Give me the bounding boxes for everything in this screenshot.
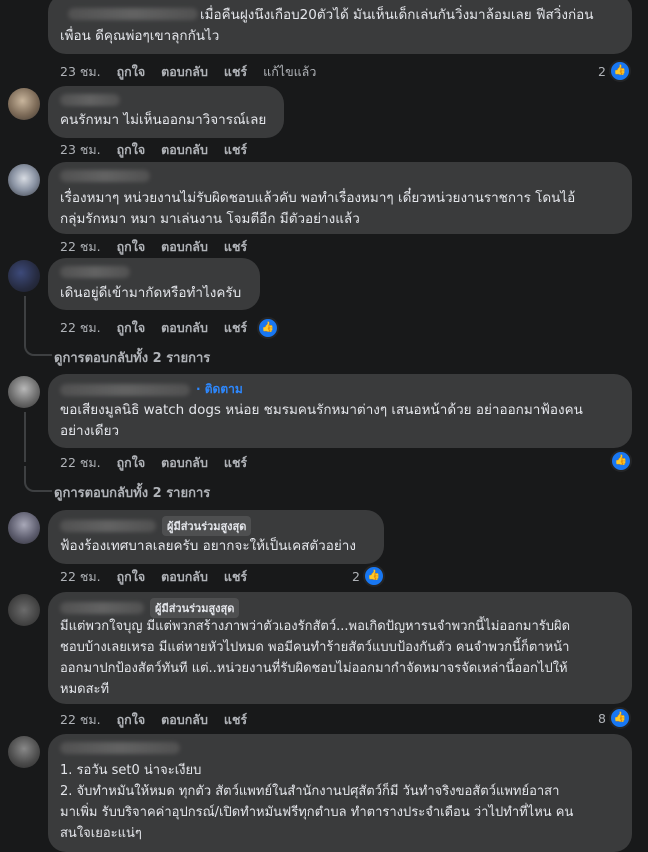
comment-text: เมื่อคืนฝูงนึงเกือบ20ตัวได้ มันเห็นเด็กเ… — [60, 7, 594, 44]
comment-time[interactable]: 22 ชม. — [60, 567, 101, 587]
avatar[interactable] — [8, 164, 40, 196]
reaction-count[interactable]: 👍 — [610, 450, 632, 472]
reaction-count[interactable]: 2 👍 — [352, 565, 385, 587]
share-button[interactable]: แชร์ — [224, 567, 247, 587]
replies-connector — [24, 330, 52, 356]
share-button[interactable]: แชร์ — [224, 710, 247, 730]
comment-text: มีแต่พวกใจบุญ มีแต่พวกสร้างภาพว่าตัวเองร… — [60, 619, 571, 697]
share-button[interactable]: แชร์ — [224, 318, 247, 338]
comment-actions: 22 ชม. ถูกใจ ตอบกลับ แชร์ — [60, 710, 263, 730]
avatar[interactable] — [8, 594, 40, 626]
comment-time[interactable]: 23 ชม. — [60, 62, 101, 82]
like-button[interactable]: ถูกใจ — [117, 453, 146, 473]
comment-actions: 22 ชม. ถูกใจ ตอบกลับ แชร์ 👍 — [60, 317, 295, 339]
comment-time[interactable]: 23 ชม. — [60, 140, 101, 160]
like-button[interactable]: ถูกใจ — [117, 318, 146, 338]
comment-bubble: เรื่องหมาๆ หน่วยงานไม่รับผิดชอบแล้วคับ พ… — [48, 162, 632, 234]
comment-time[interactable]: 22 ชม. — [60, 453, 101, 473]
commenter-header: ผู้มีส่วนร่วมสูงสุด — [60, 598, 240, 618]
edited-label: แก้ไขแล้ว — [263, 64, 317, 79]
commenter-name-blurred[interactable] — [60, 602, 144, 614]
like-button[interactable]: ถูกใจ — [117, 237, 146, 257]
avatar[interactable] — [8, 512, 40, 544]
avatar[interactable] — [8, 260, 40, 292]
commenter-name-blurred[interactable] — [60, 383, 190, 396]
share-button[interactable]: แชร์ — [224, 237, 247, 257]
like-reaction-icon: 👍 — [608, 707, 631, 729]
like-button[interactable]: ถูกใจ — [117, 567, 146, 587]
comment-text: 1. รอวัน set0 น่าจะเงียบ 2. จับทำหมันให้… — [60, 763, 574, 841]
share-button[interactable]: แชร์ — [224, 62, 247, 82]
top-fan-badge: ผู้มีส่วนร่วมสูงสุด — [162, 516, 252, 536]
comment-time[interactable]: 22 ชม. — [60, 318, 101, 338]
comment-text: ฟ้องร้องเทศบาลเลยครับ อยากจะให้เป็นเคสตั… — [60, 538, 356, 554]
comment-actions: 22 ชม. ถูกใจ ตอบกลับ แชร์ — [60, 453, 263, 473]
share-button[interactable]: แชร์ — [224, 140, 247, 160]
comment-bubble: · ติดตาม ขอเสียงมูลนิธิ watch dogs หน่อย… — [48, 374, 632, 448]
like-button[interactable]: ถูกใจ — [117, 140, 146, 160]
comment-actions: 23 ชม. ถูกใจ ตอบกลับ แชร์ — [60, 140, 263, 160]
avatar[interactable] — [8, 88, 40, 120]
share-button[interactable]: แชร์ — [224, 453, 247, 473]
like-reaction-icon: 👍 — [362, 565, 385, 587]
like-button[interactable]: ถูกใจ — [117, 710, 146, 730]
reply-button[interactable]: ตอบกลับ — [161, 62, 208, 82]
like-reaction-icon: 👍 — [610, 450, 632, 472]
comment-actions: 22 ชม. ถูกใจ ตอบกลับ แชร์ — [60, 237, 263, 257]
comment-actions: 23 ชม. ถูกใจ ตอบกลับ แชร์ แก้ไขแล้ว — [60, 62, 332, 82]
view-replies-link[interactable]: ดูการตอบกลับทั้ง 2 รายการ — [54, 482, 210, 503]
comment-text: ขอเสียงมูลนิธิ watch dogs หน่อย ชมรมคนรั… — [60, 402, 583, 439]
replies-connector — [24, 466, 52, 492]
commenter-header: · ติดตาม — [60, 380, 243, 399]
reaction-count[interactable]: 2 👍 — [598, 60, 631, 82]
comment-text: เรื่องหมาๆ หน่วยงานไม่รับผิดชอบแล้วคับ พ… — [60, 190, 576, 227]
reaction-count[interactable]: 8 👍 — [598, 707, 631, 729]
reply-button[interactable]: ตอบกลับ — [161, 567, 208, 587]
comment-text: คนรักหมา ไม่เห็นออกมาวิจารณ์เลย — [60, 112, 267, 128]
avatar[interactable] — [8, 376, 40, 408]
like-reaction-icon: 👍 — [608, 60, 631, 82]
commenter-name-blurred[interactable] — [60, 742, 180, 754]
commenter-name-blurred[interactable] — [60, 94, 120, 106]
top-fan-badge: ผู้มีส่วนร่วมสูงสุด — [150, 598, 240, 618]
comment-bubble: เดินอยู่ดีเข้ามากัดหรือทำไงครับ — [48, 258, 260, 310]
reply-button[interactable]: ตอบกลับ — [161, 453, 208, 473]
comment-text: เดินอยู่ดีเข้ามากัดหรือทำไงครับ — [60, 285, 242, 301]
comment-bubble: ผู้มีส่วนร่วมสูงสุด มีแต่พวกใจบุญ มีแต่พ… — [48, 592, 632, 704]
view-replies-link[interactable]: ดูการตอบกลับทั้ง 2 รายการ — [54, 347, 210, 368]
follow-link[interactable]: · ติดตาม — [196, 380, 243, 399]
comment-bubble: ผู้มีส่วนร่วมสูงสุด ฟ้องร้องเทศบาลเลยครั… — [48, 510, 384, 564]
commenter-name-blurred[interactable] — [60, 170, 150, 182]
like-reaction-icon[interactable]: 👍 — [257, 317, 280, 339]
commenter-name-blurred[interactable] — [60, 266, 130, 278]
thread-line — [24, 412, 26, 462]
comment-time[interactable]: 22 ชม. — [60, 710, 101, 730]
comment-actions: 22 ชม. ถูกใจ ตอบกลับ แชร์ — [60, 567, 263, 587]
reply-button[interactable]: ตอบกลับ — [161, 140, 208, 160]
commenter-header: ผู้มีส่วนร่วมสูงสุด — [60, 516, 252, 536]
comment-bubble: เมื่อคืนฝูงนึงเกือบ20ตัวได้ มันเห็นเด็กเ… — [48, 0, 632, 54]
avatar[interactable] — [8, 736, 40, 768]
comment-bubble: คนรักหมา ไม่เห็นออกมาวิจารณ์เลย — [48, 86, 284, 138]
reply-button[interactable]: ตอบกลับ — [161, 318, 208, 338]
comment-bubble: 1. รอวัน set0 น่าจะเงียบ 2. จับทำหมันให้… — [48, 734, 632, 852]
commenter-name-blurred[interactable] — [60, 520, 156, 532]
reply-button[interactable]: ตอบกลับ — [161, 710, 208, 730]
like-button[interactable]: ถูกใจ — [117, 62, 146, 82]
reply-button[interactable]: ตอบกลับ — [161, 237, 208, 257]
comment-time[interactable]: 22 ชม. — [60, 237, 101, 257]
